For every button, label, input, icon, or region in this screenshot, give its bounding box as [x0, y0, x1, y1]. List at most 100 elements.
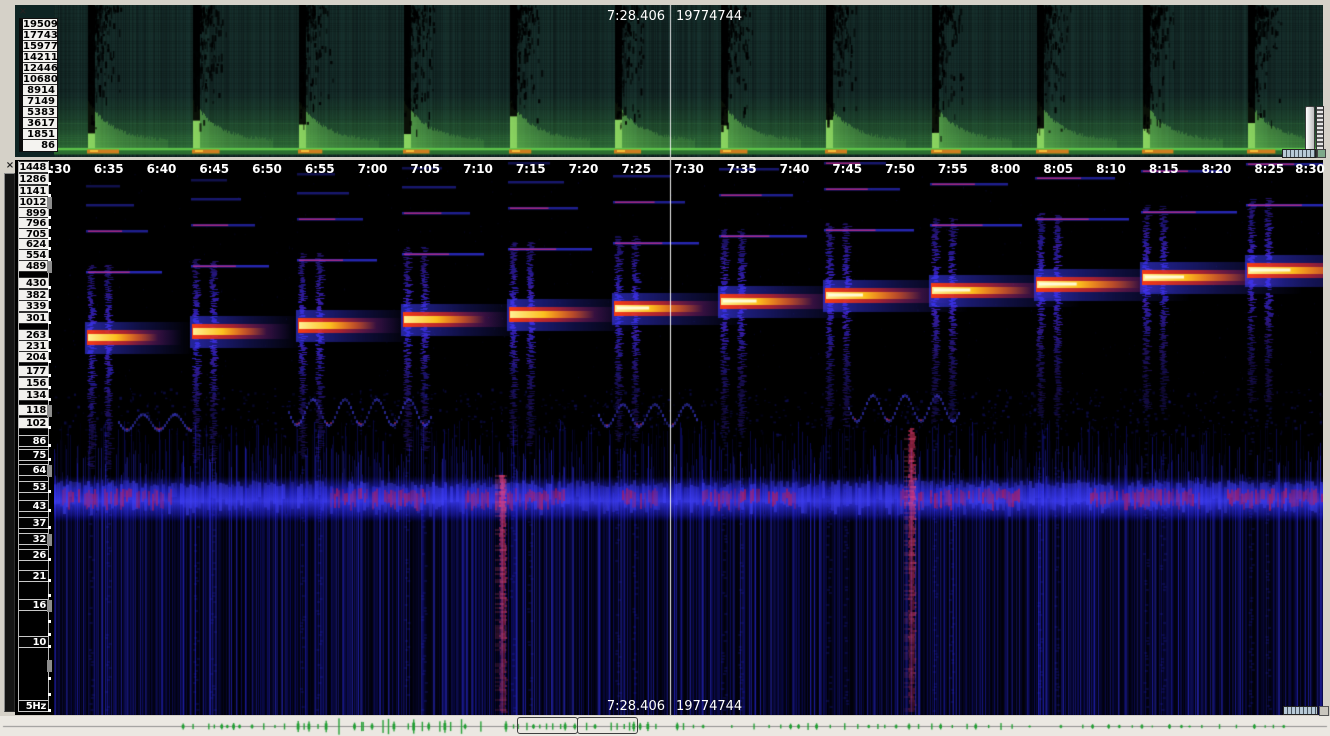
freq-label: 1286 — [19, 173, 48, 185]
freq-label: 118 — [19, 404, 48, 416]
freq-label: 5Hz — [19, 700, 48, 712]
freq-label: 430 — [19, 277, 48, 289]
freq-label: 26 — [19, 549, 48, 561]
freq-label: 86 — [23, 140, 57, 151]
time-label: 6:35 — [91, 162, 127, 176]
time-label: 8:05 — [1040, 162, 1076, 176]
freq-label: 75 — [19, 449, 48, 461]
freq-tick — [48, 693, 51, 696]
selection-box-left[interactable] — [517, 717, 578, 734]
freq-tick — [48, 309, 51, 312]
freq-tick — [48, 509, 51, 512]
overview-frequency-scale[interactable]: 1950917743159771421112446106808914714953… — [19, 18, 58, 152]
main-frequency-scale[interactable]: 1448128611411012899796705624554489430382… — [18, 161, 49, 712]
time-label: 6:55 — [302, 162, 338, 176]
time-label: 7:10 — [460, 162, 496, 176]
overview-spectrogram-pane: 1950917743159771421112446106808914714953… — [15, 5, 1323, 157]
waveform-canvas[interactable] — [0, 716, 1330, 736]
time-label: 7:55 — [935, 162, 971, 176]
frequency-scrollbar[interactable] — [4, 173, 15, 712]
time-label: 7:15 — [513, 162, 549, 176]
octave-tick — [47, 600, 52, 612]
time-label: 7:35 — [724, 162, 760, 176]
freq-label: 7149 — [23, 96, 57, 107]
freq-tick — [48, 526, 51, 529]
freq-label: 489 — [19, 260, 48, 272]
waveform-overview — [0, 716, 1330, 736]
octave-tick — [47, 534, 52, 546]
freq-label: 53 — [19, 481, 48, 493]
time-label: 7:25 — [618, 162, 654, 176]
freq-label: 19509 — [23, 19, 57, 30]
freq-tick — [48, 579, 51, 582]
octave-tick — [47, 261, 52, 273]
freq-label: 21 — [19, 570, 48, 582]
time-label: 7:05 — [407, 162, 443, 176]
overview-corner-button[interactable] — [1317, 149, 1326, 158]
freq-label: 339 — [19, 300, 48, 312]
freq-tick — [48, 360, 51, 363]
freq-tick — [48, 170, 51, 173]
freq-tick — [48, 620, 51, 623]
freq-tick — [48, 216, 51, 219]
main-spectrogram-canvas[interactable] — [54, 160, 1323, 715]
overview-zoom-strip[interactable] — [1282, 149, 1316, 158]
freq-tick — [48, 321, 51, 324]
time-label: 8:10 — [1093, 162, 1129, 176]
freq-label: 14211 — [23, 52, 57, 63]
freq-tick — [48, 398, 51, 401]
freq-label: 37 — [19, 517, 48, 529]
freq-tick — [48, 386, 51, 389]
freq-tick — [48, 286, 51, 289]
close-icon[interactable]: × — [4, 160, 16, 172]
freq-tick — [48, 633, 51, 636]
freq-label: 1448 — [19, 161, 48, 173]
main-spectrogram-pane: 6:306:356:406:456:506:557:007:057:107:15… — [15, 160, 1323, 715]
freq-label: 301 — [19, 312, 48, 324]
freq-label: 1851 — [23, 129, 57, 140]
time-label: 8:20 — [1199, 162, 1235, 176]
freq-tick — [48, 349, 51, 352]
freq-label: 86 — [19, 435, 48, 447]
freq-label: 177 — [19, 365, 48, 377]
freq-tick — [48, 444, 51, 447]
octave-tick — [47, 405, 52, 417]
freq-tick — [48, 709, 51, 712]
time-label: 7:45 — [829, 162, 865, 176]
freq-tick — [48, 558, 51, 561]
freq-label: 12446 — [23, 63, 57, 74]
time-label: 8:15 — [1146, 162, 1182, 176]
overview-spectrogram-canvas[interactable] — [54, 5, 1323, 157]
time-label: 8:25 — [1251, 162, 1287, 176]
freq-tick — [48, 247, 51, 250]
selection-box-right[interactable] — [577, 717, 638, 734]
cursor-time-readout-top: 7:28.406 — [595, 9, 665, 24]
time-label: 8:00 — [988, 162, 1024, 176]
main-zoom-strip[interactable] — [1283, 706, 1318, 715]
freq-label: 10 — [19, 636, 48, 648]
main-corner-button[interactable] — [1319, 706, 1329, 716]
time-label: 7:30 — [671, 162, 707, 176]
close-icon[interactable]: × — [17, 6, 29, 18]
freq-label: 16 — [19, 599, 48, 611]
freq-label: 134 — [19, 389, 48, 401]
freq-label: 15977 — [23, 41, 57, 52]
freq-tick — [48, 645, 51, 648]
cursor-time-readout-bottom: 7:28.406 — [595, 699, 665, 714]
freq-label: 43 — [19, 500, 48, 512]
time-label: 6:40 — [144, 162, 180, 176]
time-label: 7:20 — [566, 162, 602, 176]
time-label: 6:45 — [196, 162, 232, 176]
freq-label: 17743 — [23, 30, 57, 41]
time-label: 7:50 — [882, 162, 918, 176]
octave-tick — [47, 197, 52, 209]
freq-label: 156 — [19, 377, 48, 389]
freq-label: 32 — [19, 533, 48, 545]
cursor-sample-readout-bottom: 19774744 — [676, 699, 742, 714]
freq-tick — [48, 374, 51, 377]
freq-label: 204 — [19, 351, 48, 363]
freq-tick — [48, 226, 51, 229]
cursor-sample-readout-top: 19774744 — [676, 9, 742, 24]
octave-tick — [47, 465, 52, 477]
freq-label: 102 — [19, 417, 48, 429]
